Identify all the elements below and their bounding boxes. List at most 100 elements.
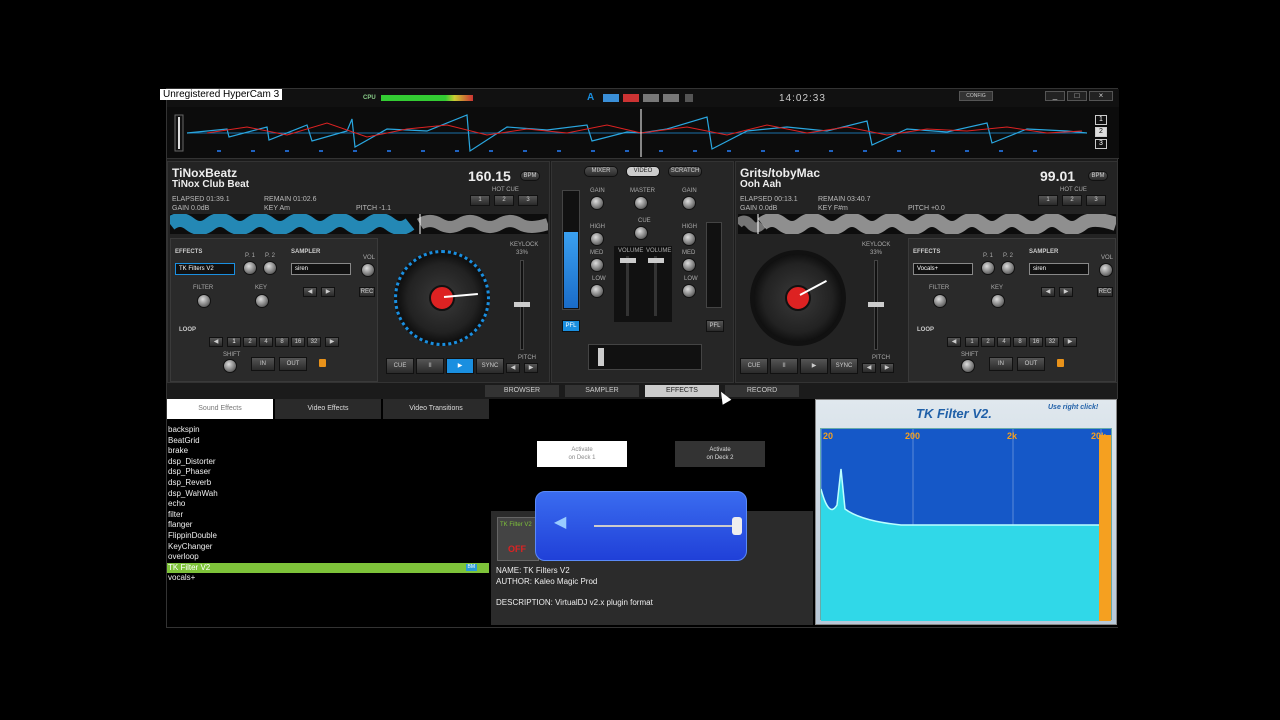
deck-right-loop-out[interactable]: OUT: [1017, 357, 1045, 371]
layout-button-5[interactable]: [685, 94, 693, 102]
deck-left-waveform[interactable]: [165, 213, 550, 235]
wave-page-2[interactable]: 2: [1095, 127, 1107, 137]
mixer-low-left-knob[interactable]: [590, 284, 604, 298]
pfl-left-button[interactable]: PFL: [562, 320, 580, 332]
deck-right-loop-16[interactable]: 16: [1029, 337, 1043, 347]
tab-sampler[interactable]: SAMPLER: [565, 385, 639, 397]
deck-left-shift-knob[interactable]: [223, 359, 237, 373]
wave-page-1[interactable]: 1: [1095, 115, 1107, 125]
list-item[interactable]: overloop: [167, 552, 489, 563]
lock-icon[interactable]: [1057, 359, 1064, 367]
deck-left-sampler-select[interactable]: siren: [291, 263, 351, 275]
deck-left-cue-button[interactable]: CUE: [386, 358, 414, 374]
deck-right-bpm-button[interactable]: BPM: [1088, 171, 1108, 181]
minimize-button[interactable]: _: [1045, 91, 1065, 101]
activate-deck1-button[interactable]: Activate on Deck 1: [537, 441, 627, 467]
deck-left-bpm-button[interactable]: BPM: [520, 171, 540, 181]
deck-right-filter-knob[interactable]: [933, 294, 947, 308]
tk-filter-panel[interactable]: TK Filter V2. Use right click! 20 200 2k…: [815, 399, 1117, 625]
list-item[interactable]: backspin: [167, 425, 489, 436]
deck-left-loop-in[interactable]: IN: [251, 357, 275, 371]
automix-icon[interactable]: A: [587, 92, 594, 103]
list-item[interactable]: brake: [167, 446, 489, 457]
deck-left-hotcue-1[interactable]: 1: [470, 195, 490, 206]
deck-left-sync-button[interactable]: SYNC: [476, 358, 504, 374]
deck-left-loop-2[interactable]: 2: [243, 337, 257, 347]
deck-right-loop-2[interactable]: 2: [981, 337, 995, 347]
deck-left-loop-8[interactable]: 8: [275, 337, 289, 347]
list-item[interactable]: dsp_Phaser: [167, 467, 489, 478]
volume-fader-right[interactable]: [648, 258, 664, 263]
deck-left-vol-knob[interactable]: [361, 263, 375, 277]
deck-right-loop-32[interactable]: 32: [1045, 337, 1059, 347]
tab-browser[interactable]: BROWSER: [485, 385, 559, 397]
deck-right-pitch-slider[interactable]: [868, 302, 884, 307]
deck-right-sampler-play[interactable]: ▶: [1059, 287, 1073, 297]
deck-right-p1-knob[interactable]: [981, 261, 995, 275]
wave-page-3[interactable]: 3: [1095, 139, 1107, 149]
mixer-cue-knob[interactable]: [634, 226, 648, 240]
mixer-med-right-knob[interactable]: [682, 258, 696, 272]
mixer-gain-right-knob[interactable]: [682, 196, 696, 210]
deck-left-hotcue-2[interactable]: 2: [494, 195, 514, 206]
deck-right-hotcue-1[interactable]: 1: [1038, 195, 1058, 206]
deck-left-play-button[interactable]: ▶: [446, 358, 474, 374]
tab-video-effects[interactable]: Video Effects: [275, 399, 381, 419]
deck-right-key-knob[interactable]: [991, 294, 1005, 308]
deck-left-loop-4[interactable]: 4: [259, 337, 273, 347]
mixer-gain-left-knob[interactable]: [590, 196, 604, 210]
deck-right-sync-button[interactable]: SYNC: [830, 358, 858, 374]
deck-right-loop-next[interactable]: ▶: [1063, 337, 1077, 347]
layout-button-3[interactable]: [643, 94, 659, 102]
deck-right-loop-8[interactable]: 8: [1013, 337, 1027, 347]
list-item[interactable]: dsp_Distorter: [167, 457, 489, 468]
deck-left-filter-knob[interactable]: [197, 294, 211, 308]
list-item[interactable]: flanger: [167, 520, 489, 531]
deck-left-loop-out[interactable]: OUT: [279, 357, 307, 371]
deck-left-loop-1[interactable]: 1: [227, 337, 241, 347]
deck-right-sampler-prev[interactable]: ◀: [1041, 287, 1055, 297]
deck-right-pitch-down[interactable]: ◀: [862, 363, 876, 373]
activate-deck2-button[interactable]: Activate on Deck 2: [675, 441, 765, 467]
mixer-high-right-knob[interactable]: [682, 232, 696, 246]
crossfader-handle[interactable]: [598, 348, 604, 366]
deck-left-pitch-down[interactable]: ◀: [506, 363, 520, 373]
tab-video-transitions[interactable]: Video Transitions: [383, 399, 489, 419]
deck-left-loop-32[interactable]: 32: [307, 337, 321, 347]
deck-left-loop-16[interactable]: 16: [291, 337, 305, 347]
tab-effects[interactable]: EFFECTS: [645, 385, 719, 397]
deck-left-sampler-play[interactable]: ▶: [321, 287, 335, 297]
deck-right-loop-prev[interactable]: ◀: [947, 337, 961, 347]
deck-right-cue-button[interactable]: CUE: [740, 358, 768, 374]
volume-fader-left[interactable]: [620, 258, 636, 263]
maximize-button[interactable]: □: [1067, 91, 1087, 101]
list-item[interactable]: BeatGrid: [167, 436, 489, 447]
layout-button-4[interactable]: [663, 94, 679, 102]
deck-left-hotcue-3[interactable]: 3: [518, 195, 538, 206]
deck-right-pause-button[interactable]: II: [770, 358, 798, 374]
deck-right-loop-4[interactable]: 4: [997, 337, 1011, 347]
list-item[interactable]: dsp_Reverb: [167, 478, 489, 489]
deck-left-sampler-prev[interactable]: ◀: [303, 287, 317, 297]
list-item[interactable]: filter: [167, 510, 489, 521]
deck-right-loop-in[interactable]: IN: [989, 357, 1013, 371]
mixer-low-right-knob[interactable]: [682, 284, 696, 298]
tab-record[interactable]: RECORD: [725, 385, 799, 397]
config-button[interactable]: CONFIG: [959, 91, 993, 101]
deck-left-effect-select[interactable]: TK Filters V2: [175, 263, 235, 275]
deck-right-sampler-select[interactable]: siren: [1029, 263, 1089, 275]
plugin-slider-handle[interactable]: [732, 517, 742, 535]
deck-left-p1-knob[interactable]: [243, 261, 257, 275]
deck-right-shift-knob[interactable]: [961, 359, 975, 373]
list-item[interactable]: vocals+: [167, 573, 489, 584]
list-item[interactable]: FlippinDouble: [167, 531, 489, 542]
layout-button-1[interactable]: [603, 94, 619, 102]
deck-left-pitch-slider[interactable]: [514, 302, 530, 307]
deck-right-play-button[interactable]: ▶: [800, 358, 828, 374]
tk-filter-graph[interactable]: 20 200 2k 20k: [820, 428, 1112, 621]
list-item[interactable]: KeyChanger: [167, 542, 489, 553]
deck-right-hotcue-3[interactable]: 3: [1086, 195, 1106, 206]
deck-left-pause-button[interactable]: II: [416, 358, 444, 374]
list-item-selected[interactable]: TK Filter V2 BM: [167, 562, 489, 574]
deck-left-loop-prev[interactable]: ◀: [209, 337, 223, 347]
